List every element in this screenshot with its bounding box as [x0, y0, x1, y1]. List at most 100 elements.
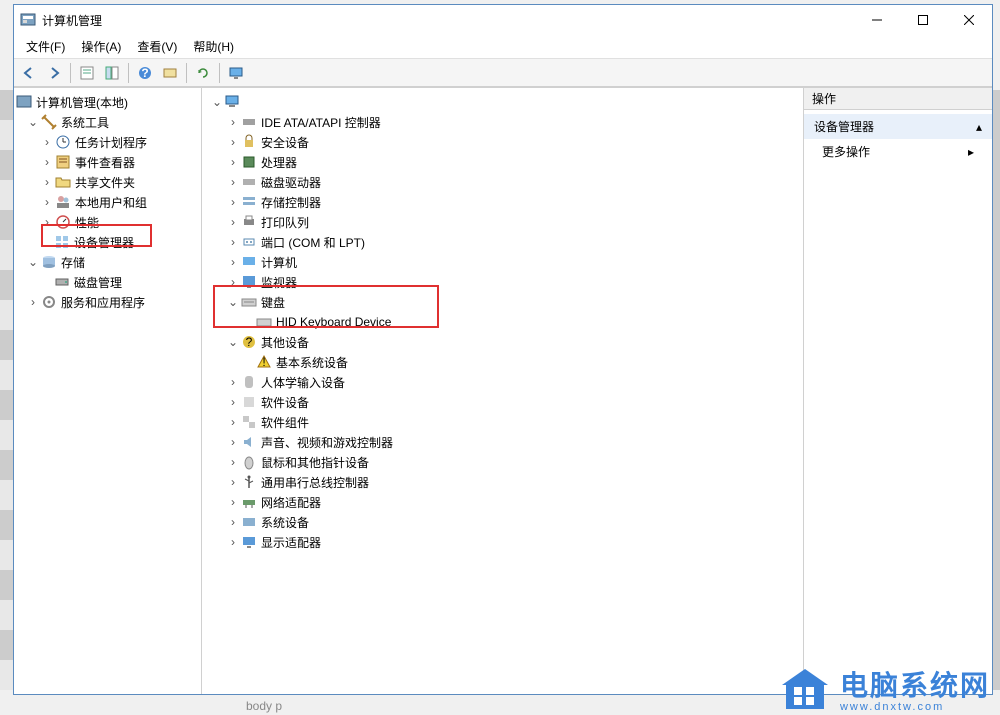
svg-text:!: !: [262, 355, 265, 369]
properties-button[interactable]: [76, 62, 98, 84]
menu-file[interactable]: 文件(F): [18, 36, 73, 57]
dev-print-queues[interactable]: ›打印队列: [202, 212, 803, 232]
users-icon: [55, 194, 71, 210]
dev-hid-keyboard[interactable]: HID Keyboard Device: [202, 312, 803, 332]
tree-system-tools[interactable]: ⌄ 系统工具: [14, 112, 201, 132]
dev-root[interactable]: ⌄: [202, 92, 803, 112]
maximize-button[interactable]: [900, 5, 946, 35]
expand-icon[interactable]: ›: [226, 175, 240, 189]
expand-icon[interactable]: ›: [40, 135, 54, 149]
expand-icon[interactable]: ›: [226, 235, 240, 249]
scan-hardware-button[interactable]: [159, 62, 181, 84]
expand-icon[interactable]: ›: [226, 475, 240, 489]
storage-ctrl-icon: [241, 194, 257, 210]
dev-sound[interactable]: ›声音、视频和游戏控制器: [202, 432, 803, 452]
device-tree-panel: ⌄ ›IDE ATA/ATAPI 控制器 ›安全设备 ›处理器 ›磁盘驱动器 ›…: [202, 88, 804, 694]
help-button[interactable]: ?: [134, 62, 156, 84]
expand-icon[interactable]: ›: [40, 175, 54, 189]
expand-icon[interactable]: ›: [226, 375, 240, 389]
tree-shared-folders[interactable]: › 共享文件夹: [14, 172, 201, 192]
expand-icon[interactable]: ›: [226, 435, 240, 449]
expand-icon[interactable]: ›: [226, 155, 240, 169]
expand-icon[interactable]: ›: [226, 115, 240, 129]
tree-root-computer-management[interactable]: 计算机管理(本地): [14, 92, 201, 112]
dev-processor[interactable]: ›处理器: [202, 152, 803, 172]
menu-view[interactable]: 查看(V): [129, 36, 185, 57]
dev-software-devices[interactable]: ›软件设备: [202, 392, 803, 412]
cpu-icon: [241, 154, 257, 170]
dev-storage-controllers[interactable]: ›存储控制器: [202, 192, 803, 212]
collapse-icon[interactable]: ⌄: [210, 95, 224, 109]
collapse-arrow-icon: ▴: [976, 120, 982, 134]
dev-display[interactable]: ›显示适配器: [202, 532, 803, 552]
expand-icon[interactable]: ›: [40, 155, 54, 169]
dev-software-components[interactable]: ›软件组件: [202, 412, 803, 432]
toolbar: ?: [14, 59, 992, 87]
show-hide-tree-button[interactable]: [101, 62, 123, 84]
expand-icon[interactable]: ›: [226, 415, 240, 429]
dev-hid[interactable]: ›人体学输入设备: [202, 372, 803, 392]
collapse-icon[interactable]: ⌄: [226, 295, 240, 309]
expand-icon[interactable]: ›: [226, 275, 240, 289]
window-title: 计算机管理: [42, 12, 854, 29]
warning-icon: !: [256, 354, 272, 370]
dev-basic-system[interactable]: !基本系统设备: [202, 352, 803, 372]
titlebar: 计算机管理: [14, 5, 992, 35]
actions-more[interactable]: 更多操作 ▸: [804, 139, 992, 164]
hid-icon: [241, 374, 257, 390]
dev-network[interactable]: ›网络适配器: [202, 492, 803, 512]
tree-device-manager[interactable]: 设备管理器: [14, 232, 201, 252]
event-viewer-icon: [55, 154, 71, 170]
close-button[interactable]: [946, 5, 992, 35]
minimize-button[interactable]: [854, 5, 900, 35]
expand-icon[interactable]: ›: [40, 195, 54, 209]
watermark: 电脑系统网 www.dnxtw.com: [778, 665, 990, 713]
expand-icon[interactable]: ›: [226, 195, 240, 209]
dev-keyboards[interactable]: ⌄键盘: [202, 292, 803, 312]
dev-other[interactable]: ⌄?其他设备: [202, 332, 803, 352]
expand-icon[interactable]: ›: [226, 455, 240, 469]
dev-disk-drives[interactable]: ›磁盘驱动器: [202, 172, 803, 192]
tree-services-apps[interactable]: › 服务和应用程序: [14, 292, 201, 312]
tree-disk-management[interactable]: 磁盘管理: [14, 272, 201, 292]
dev-computer[interactable]: ›计算机: [202, 252, 803, 272]
tree-event-viewer[interactable]: › 事件查看器: [14, 152, 201, 172]
menu-help[interactable]: 帮助(H): [185, 36, 242, 57]
refresh-button[interactable]: [192, 62, 214, 84]
dev-ide[interactable]: ›IDE ATA/ATAPI 控制器: [202, 112, 803, 132]
footer-text: body p: [246, 699, 282, 713]
expand-icon[interactable]: ›: [40, 215, 54, 229]
expand-icon[interactable]: ›: [226, 135, 240, 149]
collapse-icon[interactable]: ⌄: [26, 255, 40, 269]
computer-management-icon: [16, 94, 32, 110]
unknown-icon: ?: [241, 334, 257, 350]
collapse-icon[interactable]: ⌄: [226, 335, 240, 349]
expand-icon[interactable]: ›: [226, 215, 240, 229]
nav-forward-button[interactable]: [43, 62, 65, 84]
printer-icon: [241, 214, 257, 230]
monitor-button[interactable]: [225, 62, 247, 84]
expand-icon[interactable]: ›: [226, 515, 240, 529]
dev-system[interactable]: ›系统设备: [202, 512, 803, 532]
dev-ports[interactable]: ›端口 (COM 和 LPT): [202, 232, 803, 252]
dev-mouse[interactable]: ›鼠标和其他指针设备: [202, 452, 803, 472]
nav-back-button[interactable]: [18, 62, 40, 84]
expand-icon[interactable]: ›: [226, 535, 240, 549]
actions-group-title[interactable]: 设备管理器 ▴: [804, 114, 992, 139]
dev-security[interactable]: ›安全设备: [202, 132, 803, 152]
expand-icon[interactable]: ›: [26, 295, 40, 309]
expand-icon[interactable]: ›: [226, 395, 240, 409]
svg-text:?: ?: [246, 335, 253, 349]
expand-icon[interactable]: ›: [226, 495, 240, 509]
expand-icon[interactable]: ›: [226, 255, 240, 269]
menu-action[interactable]: 操作(A): [73, 36, 129, 57]
tree-task-scheduler[interactable]: › 任务计划程序: [14, 132, 201, 152]
tree-local-users[interactable]: › 本地用户和组: [14, 192, 201, 212]
security-icon: [241, 134, 257, 150]
dev-usb[interactable]: ›通用串行总线控制器: [202, 472, 803, 492]
tree-performance[interactable]: › 性能: [14, 212, 201, 232]
tree-storage[interactable]: ⌄ 存储: [14, 252, 201, 272]
sound-icon: [241, 434, 257, 450]
collapse-icon[interactable]: ⌄: [26, 115, 40, 129]
dev-monitors[interactable]: ›监视器: [202, 272, 803, 292]
